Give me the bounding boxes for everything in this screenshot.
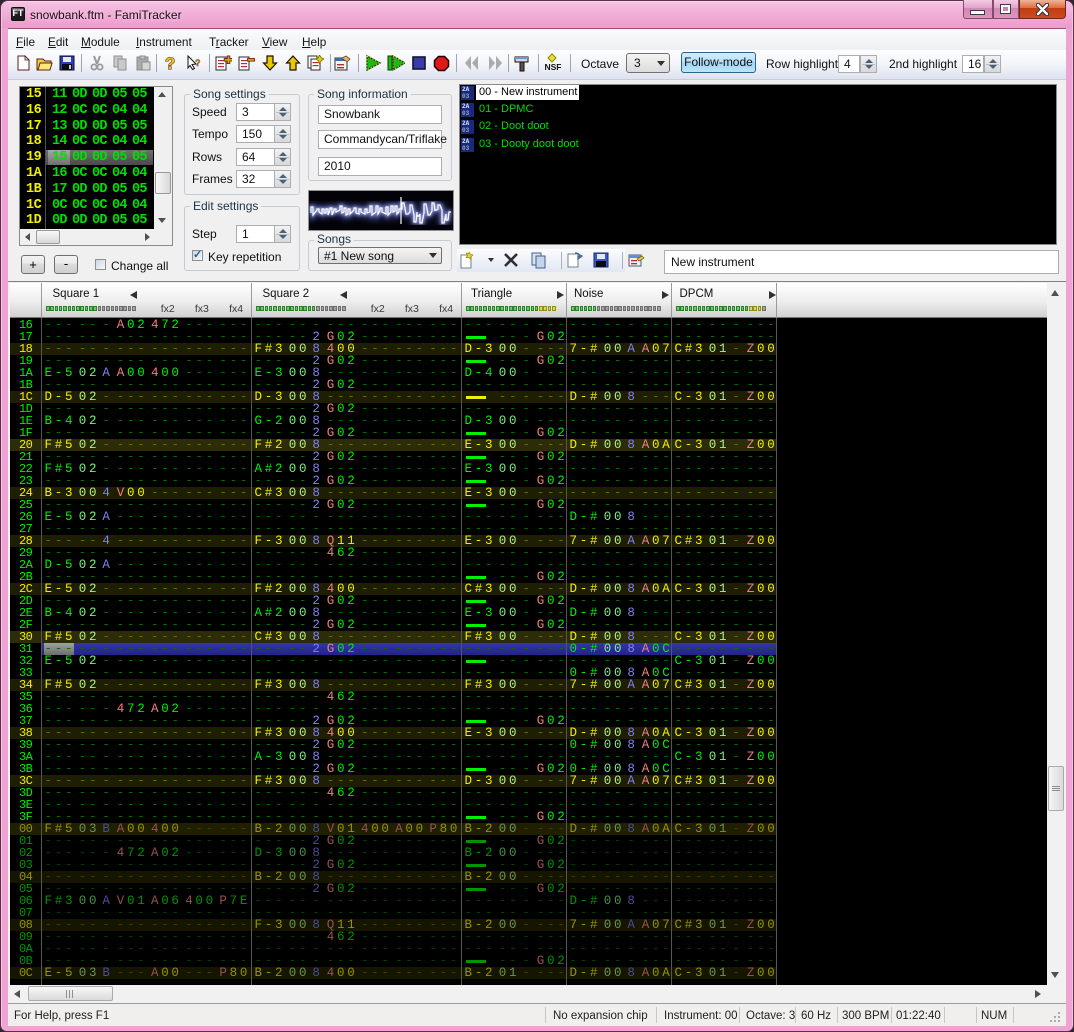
svg-text:NSF: NSF bbox=[545, 62, 562, 72]
svg-text:?: ? bbox=[165, 54, 175, 72]
svg-text:?: ? bbox=[195, 58, 201, 68]
